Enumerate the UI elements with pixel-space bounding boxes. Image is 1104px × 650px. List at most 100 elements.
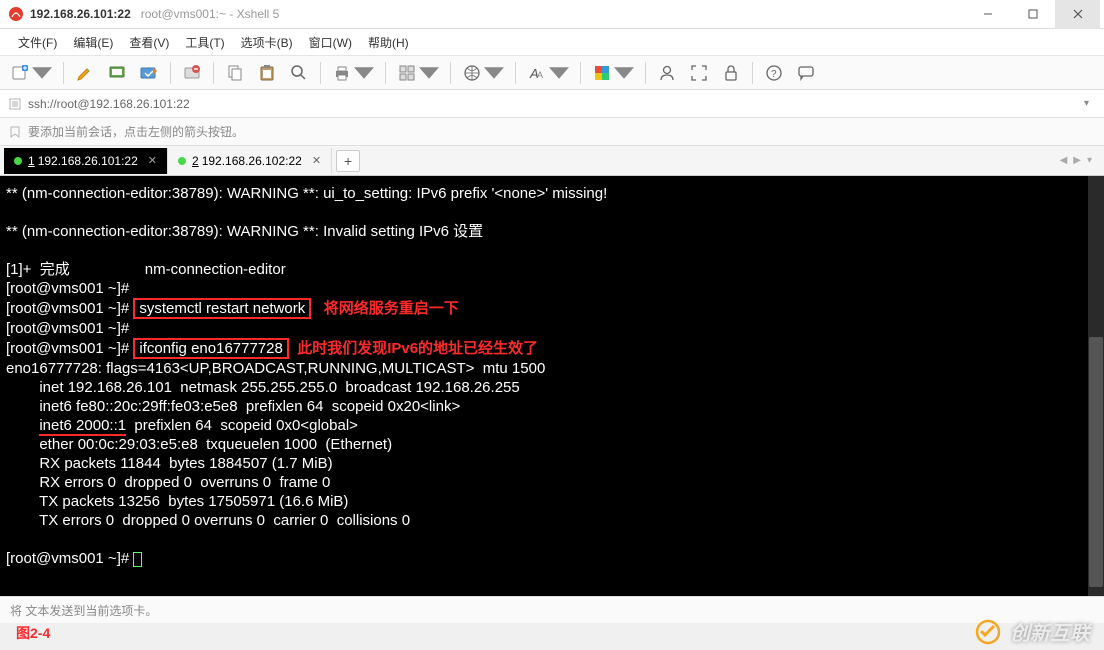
separator (213, 62, 214, 84)
term-line (6, 530, 1098, 549)
watermark-text: 创新互联 (1010, 617, 1090, 646)
tab-label: 192.168.26.101:22 (38, 154, 138, 168)
tab-next-button[interactable]: ▶ (1071, 153, 1083, 168)
add-tab-button[interactable]: + (336, 150, 360, 172)
reconnect-button[interactable] (135, 60, 163, 86)
tab-close-icon[interactable]: ✕ (312, 154, 321, 167)
separator (645, 62, 646, 84)
term-line: [root@vms001 ~]# systemctl restart netwo… (6, 298, 1098, 319)
term-line: RX errors 0 dropped 0 overruns 0 frame 0 (6, 473, 1098, 492)
annotation: 将网络服务重启一下 (324, 300, 459, 317)
separator (63, 62, 64, 84)
font-button[interactable]: AA (523, 60, 573, 86)
watermark: 创新互联 (974, 617, 1090, 646)
print-button[interactable] (328, 60, 378, 86)
menu-view[interactable]: 查看(V) (121, 30, 177, 55)
layout-button[interactable] (393, 60, 443, 86)
figure-label: 图2-4 (16, 623, 50, 643)
scrollbar-thumb[interactable] (1089, 337, 1103, 587)
find-button[interactable] (285, 60, 313, 86)
tab-2[interactable]: 2 192.168.26.102:22 ✕ (168, 148, 332, 174)
menu-tab[interactable]: 选项卡(B) (233, 30, 301, 55)
address-dropdown[interactable]: ▾ (1084, 98, 1096, 109)
tab-close-icon[interactable]: ✕ (148, 154, 157, 167)
window-controls (965, 0, 1100, 29)
menu-file[interactable]: 文件(F) (10, 30, 65, 55)
tab-nav: ◀ ▶ ▾ (1058, 153, 1100, 168)
separator (515, 62, 516, 84)
statusbar: 将 文本发送到当前选项卡。 (0, 596, 1104, 623)
term-line: inet6 2000::1 prefixlen 64 scopeid 0x0<g… (6, 416, 1098, 435)
term-line: [root@vms001 ~]# (6, 549, 1098, 568)
menu-help[interactable]: 帮助(H) (360, 30, 417, 55)
color-button[interactable] (588, 60, 638, 86)
tab-number: 2 (192, 154, 199, 168)
tabbar: 1 192.168.26.101:22 ✕ 2 192.168.26.102:2… (0, 146, 1104, 176)
term-line: inet 192.168.26.101 netmask 255.255.255.… (6, 378, 1098, 397)
term-line: RX packets 11844 bytes 1884507 (1.7 MiB) (6, 454, 1098, 473)
terminal[interactable]: ** (nm-connection-editor:38789): WARNING… (0, 176, 1104, 596)
menubar: 文件(F) 编辑(E) 查看(V) 工具(T) 选项卡(B) 窗口(W) 帮助(… (0, 29, 1104, 56)
status-dot-icon (178, 157, 186, 165)
tab-1[interactable]: 1 192.168.26.101:22 ✕ (4, 148, 168, 174)
status-text: 将 文本发送到当前选项卡。 (10, 602, 157, 619)
separator (170, 62, 171, 84)
term-line: TX packets 13256 bytes 17505971 (16.6 Mi… (6, 492, 1098, 511)
fullscreen-button[interactable] (685, 60, 713, 86)
highlight-command: ifconfig eno16777728 (133, 338, 288, 359)
disconnect-button[interactable] (178, 60, 206, 86)
tipbar: 要添加当前会话，点击左侧的箭头按钮。 (0, 118, 1104, 146)
watermark-icon (974, 618, 1002, 646)
tab-label: 192.168.26.102:22 (202, 154, 302, 168)
svg-text:A: A (537, 70, 543, 80)
new-session-button[interactable] (6, 60, 56, 86)
term-line: eno16777728: flags=4163<UP,BROADCAST,RUN… (6, 359, 1098, 378)
window-title-sub: root@vms001:~ - Xshell 5 (141, 7, 280, 21)
encoding-button[interactable] (458, 60, 508, 86)
term-line: TX errors 0 dropped 0 overruns 0 carrier… (6, 511, 1098, 530)
menu-edit[interactable]: 编辑(E) (65, 30, 121, 55)
term-line: ** (nm-connection-editor:38789): WARNING… (6, 184, 1098, 203)
chat-button[interactable] (792, 60, 820, 86)
help-button[interactable]: ? (760, 60, 788, 86)
window-title-main: 192.168.26.101:22 (30, 7, 131, 21)
lock-button[interactable] (717, 60, 745, 86)
separator (320, 62, 321, 84)
term-line (6, 241, 1098, 260)
term-line: [root@vms001 ~]# ifconfig eno16777728 此时… (6, 338, 1098, 359)
close-button[interactable] (1055, 0, 1100, 29)
status-dot-icon (14, 157, 22, 165)
user-button[interactable] (653, 60, 681, 86)
separator (752, 62, 753, 84)
cursor-icon (133, 552, 142, 567)
menu-window[interactable]: 窗口(W) (301, 30, 360, 55)
highlight-command: systemctl restart network (133, 298, 311, 319)
term-line: [1]+ 完成 nm-connection-editor (6, 260, 1098, 279)
session-icon (8, 97, 22, 111)
menu-tools[interactable]: 工具(T) (177, 30, 232, 55)
paste-button[interactable] (253, 60, 281, 86)
minimize-button[interactable] (965, 0, 1010, 29)
highlight-underline: inet6 2000::1 (39, 417, 126, 436)
tab-menu-button[interactable]: ▾ (1085, 153, 1094, 168)
session-button[interactable] (103, 60, 131, 86)
term-line (6, 203, 1098, 222)
bookmark-icon[interactable] (8, 125, 22, 139)
maximize-button[interactable] (1010, 0, 1055, 29)
tab-prev-button[interactable]: ◀ (1058, 153, 1070, 168)
separator (450, 62, 451, 84)
toolbar: AA ? (0, 56, 1104, 90)
tip-text: 要添加当前会话，点击左侧的箭头按钮。 (28, 123, 244, 140)
term-line: ether 00:0c:29:03:e5:e8 txqueuelen 1000 … (6, 435, 1098, 454)
term-line: [root@vms001 ~]# (6, 279, 1098, 298)
copy-button[interactable] (221, 60, 249, 86)
svg-text:?: ? (771, 69, 777, 80)
annotation: 此时我们发现IPv6的地址已经生效了 (297, 340, 538, 357)
scrollbar[interactable] (1088, 176, 1104, 596)
term-line: [root@vms001 ~]# (6, 319, 1098, 338)
address-input[interactable] (28, 97, 1084, 111)
properties-button[interactable] (71, 60, 99, 86)
tab-number: 1 (28, 154, 35, 168)
separator (580, 62, 581, 84)
app-icon (8, 6, 24, 22)
